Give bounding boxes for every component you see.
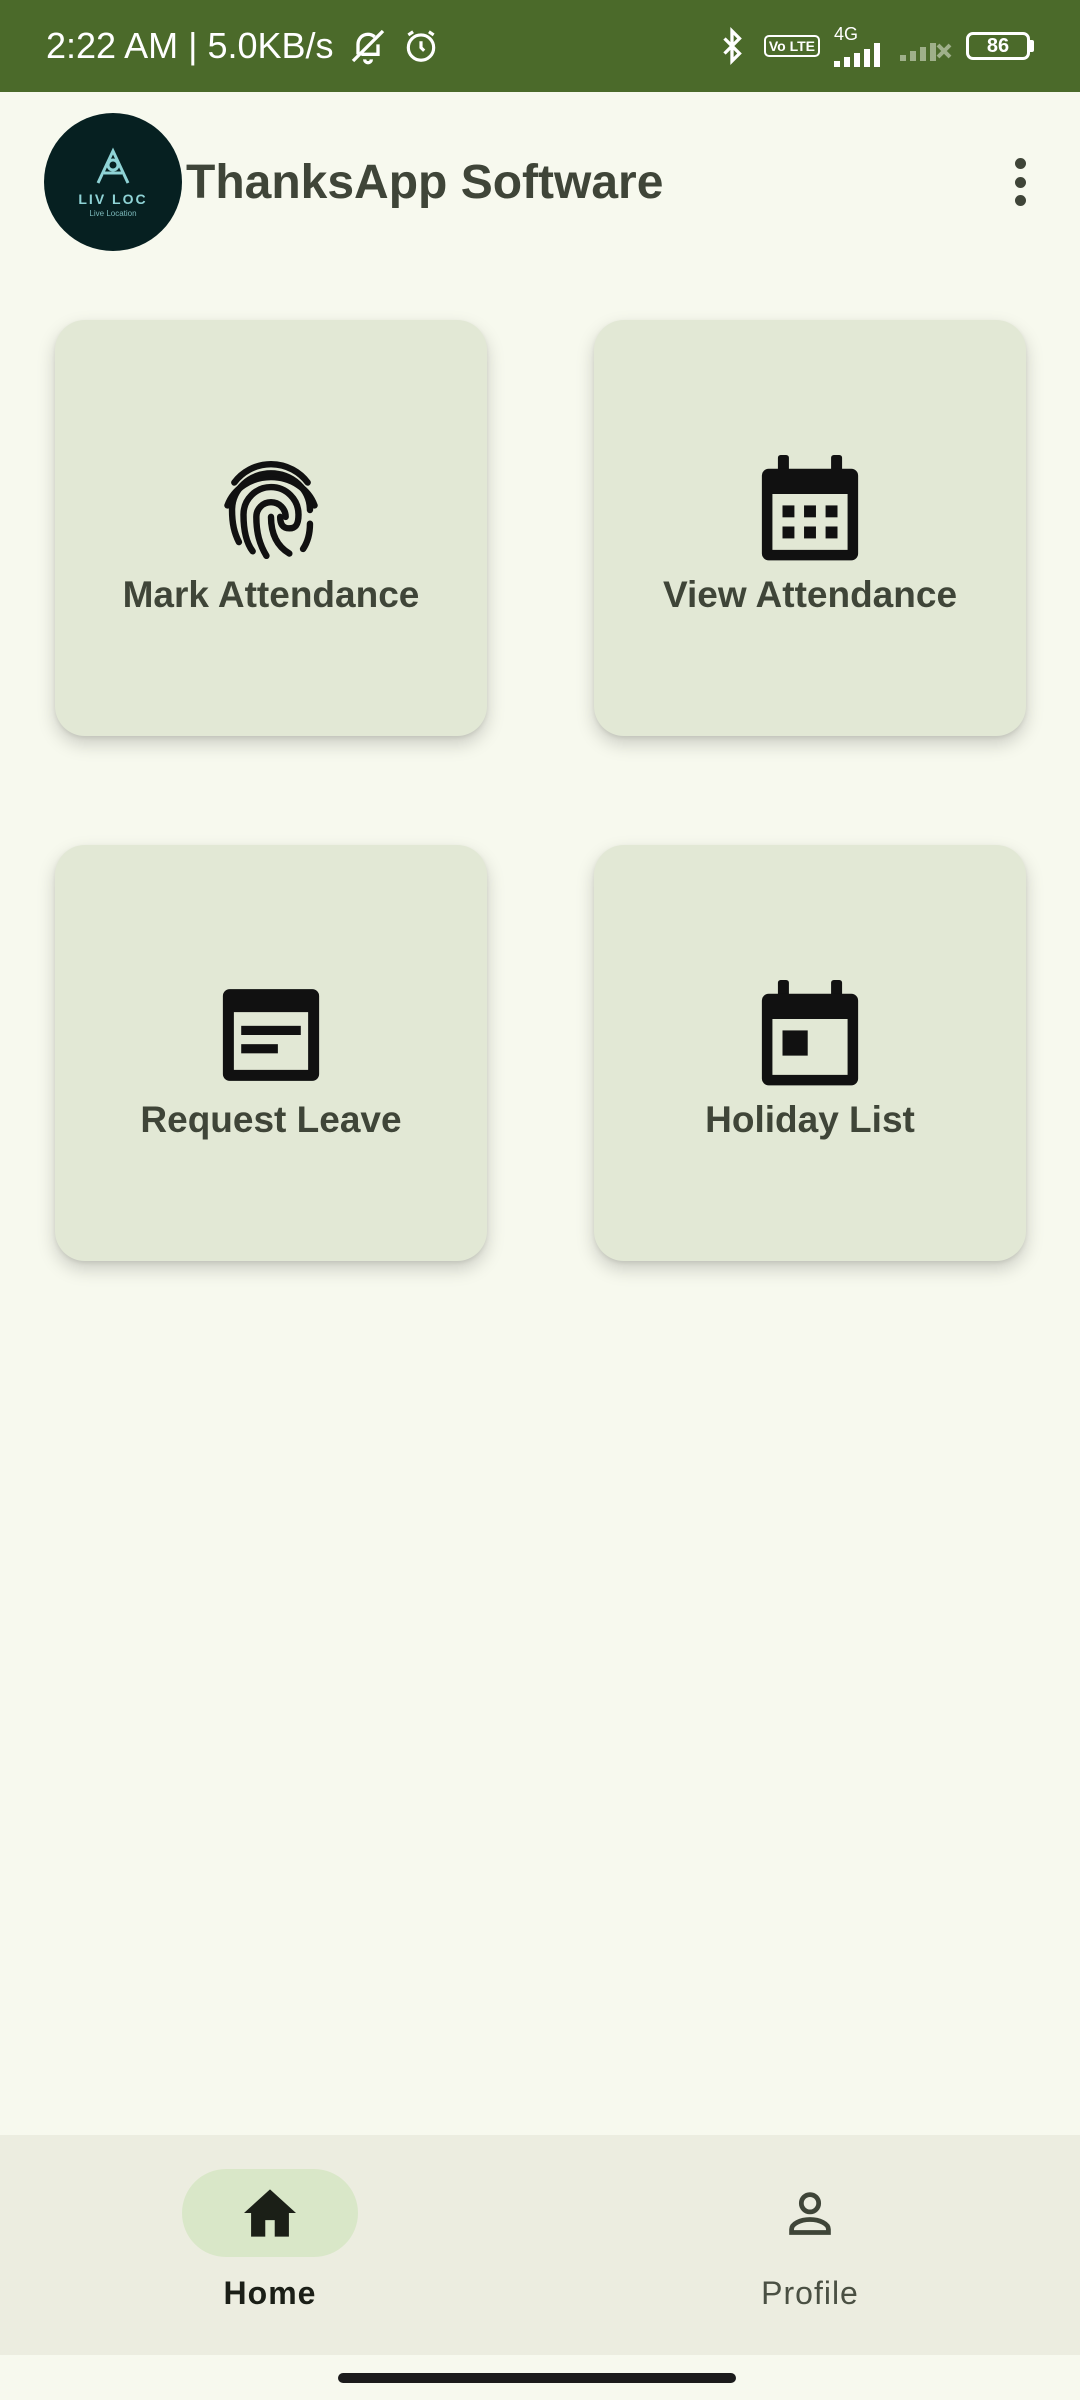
nav-label-profile: Profile — [761, 2275, 859, 2311]
card-label: View Attendance — [662, 574, 958, 615]
page-title: ThanksApp Software — [186, 155, 664, 209]
holiday-list-card[interactable]: Holiday List — [594, 845, 1026, 1261]
home-icon — [244, 2189, 296, 2237]
logo-tagline: Live Location — [89, 208, 137, 218]
nav-item-home[interactable]: Home — [0, 2135, 540, 2355]
bottom-navigation: Home Profile — [0, 2135, 1080, 2355]
nav-label-home: Home — [223, 2275, 317, 2311]
calendar-month-icon — [750, 450, 870, 570]
network-type: 4G — [834, 24, 859, 44]
card-label: Mark Attendance — [122, 574, 420, 615]
person-icon — [789, 2192, 831, 2235]
status-left: 2:22 AM | 5.0KB/s — [46, 25, 440, 67]
alarm-icon — [402, 27, 440, 65]
nav-pill — [722, 2169, 898, 2257]
volte-icon: Vo LTE — [763, 35, 820, 57]
view-attendance-card[interactable]: View Attendance — [594, 320, 1026, 736]
mark-attendance-card[interactable]: Mark Attendance — [55, 320, 487, 736]
battery-icon: 86 — [966, 32, 1034, 60]
logo-mark-icon — [96, 146, 130, 184]
status-bar: 2:22 AM | 5.0KB/s Vo LTE 4G 86 — [0, 0, 1080, 92]
document-icon — [211, 975, 331, 1095]
status-right: Vo LTE 4G 86 — [714, 25, 1034, 67]
event-icon — [750, 975, 870, 1095]
app-logo: LIV LOC Live Location — [44, 113, 182, 251]
nav-item-profile[interactable]: Profile — [540, 2135, 1080, 2355]
battery-level: 86 — [966, 32, 1030, 60]
gesture-bar[interactable] — [338, 2373, 736, 2383]
status-time: 2:22 AM | 5.0KB/s — [46, 25, 334, 66]
app-bar: LIV LOC Live Location ThanksApp Software — [0, 92, 1080, 272]
nav-active-indicator — [182, 2169, 358, 2257]
signal-icon: 4G — [834, 25, 886, 67]
fingerprint-icon — [211, 450, 331, 570]
card-label: Holiday List — [705, 1099, 915, 1140]
more-vert-icon[interactable] — [1000, 152, 1040, 212]
card-label: Request Leave — [140, 1099, 402, 1140]
logo-text: LIV LOC — [78, 190, 148, 207]
bluetooth-icon — [714, 26, 750, 66]
request-leave-card[interactable]: Request Leave — [55, 845, 487, 1261]
notifications-off-icon — [348, 26, 388, 66]
signal-no-service-icon — [900, 31, 952, 61]
